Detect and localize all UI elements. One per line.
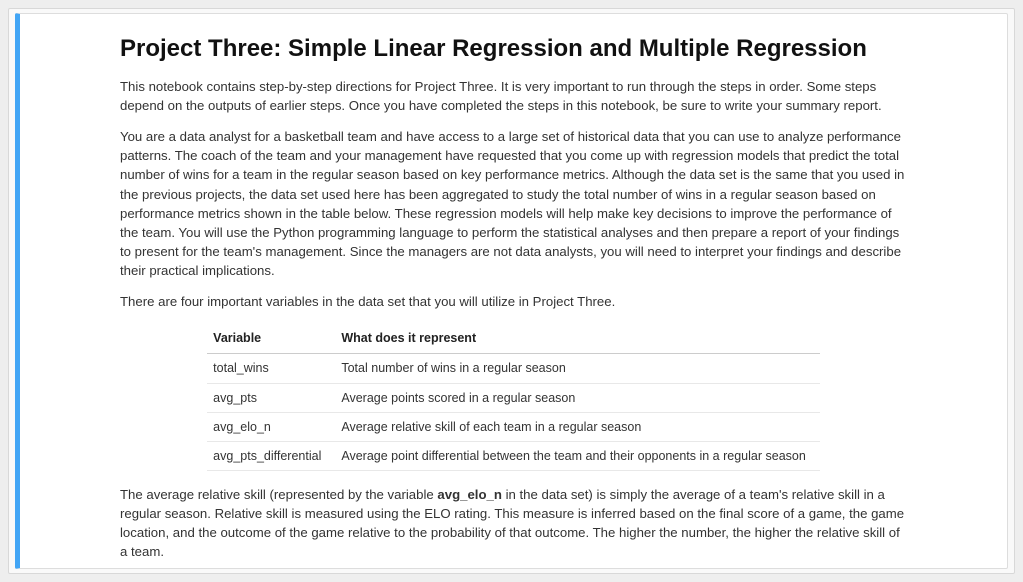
cell-content: Project Three: Simple Linear Regression …	[32, 24, 995, 569]
variables-table: Variable What does it represent total_wi…	[207, 323, 820, 471]
table-cell-variable: avg_elo_n	[207, 412, 335, 441]
table-row: total_wins Total number of wins in a reg…	[207, 354, 820, 383]
page-title: Project Three: Simple Linear Regression …	[120, 32, 907, 67]
intro-paragraph-2: You are a data analyst for a basketball …	[120, 127, 907, 280]
table-cell-desc: Average points scored in a regular seaso…	[335, 383, 819, 412]
table-cell-desc: Average point differential between the t…	[335, 441, 819, 470]
table-row: avg_elo_n Average relative skill of each…	[207, 412, 820, 441]
intro-paragraph-3: There are four important variables in th…	[120, 292, 907, 311]
table-cell-desc: Average relative skill of each team in a…	[335, 412, 819, 441]
table-header-row: Variable What does it represent	[207, 323, 820, 354]
table-cell-variable: avg_pts_differential	[207, 441, 335, 470]
table-cell-desc: Total number of wins in a regular season	[335, 354, 819, 383]
elo-pre-text: The average relative skill (represented …	[120, 487, 437, 502]
table-row: avg_pts Average points scored in a regul…	[207, 383, 820, 412]
table-header-desc: What does it represent	[335, 323, 819, 354]
markdown-cell: Project Three: Simple Linear Regression …	[15, 13, 1008, 569]
intro-paragraph-1: This notebook contains step-by-step dire…	[120, 77, 907, 115]
table-cell-variable: avg_pts	[207, 383, 335, 412]
table-header-variable: Variable	[207, 323, 335, 354]
notebook-container: Project Three: Simple Linear Regression …	[8, 8, 1015, 574]
elo-variable-bold: avg_elo_n	[437, 487, 502, 502]
table-cell-variable: total_wins	[207, 354, 335, 383]
table-row: avg_pts_differential Average point diffe…	[207, 441, 820, 470]
elo-paragraph: The average relative skill (represented …	[120, 485, 907, 562]
